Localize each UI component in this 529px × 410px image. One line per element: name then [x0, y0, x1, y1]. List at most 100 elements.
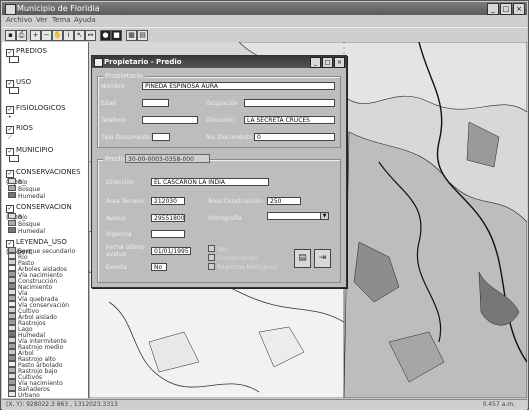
- avaluo-field[interactable]: 29551800: [151, 214, 185, 222]
- status-bar: (X, Y): 928022.3 863 , 1312023.3313 0.45…: [2, 399, 527, 410]
- registros-biologicos-checkbox[interactable]: Registros Biológicos: [208, 263, 277, 271]
- save-icon: ▤: [298, 253, 307, 263]
- menu-tema[interactable]: Tema: [52, 16, 71, 24]
- predio-code-field[interactable]: 30-00-0003-0358-000: [125, 154, 210, 163]
- table-icon[interactable]: ▦: [126, 30, 137, 41]
- dialog-minimize-button[interactable]: _: [310, 57, 321, 68]
- conservacion-checkbox[interactable]: Conservación: [208, 254, 258, 262]
- dialog-maximize-button[interactable]: □: [322, 57, 333, 68]
- fecha-avaluo-field[interactable]: 01/01/1995: [151, 247, 191, 255]
- exenta-field[interactable]: No: [151, 263, 167, 271]
- select-icon[interactable]: ↖: [74, 30, 85, 41]
- checkbox-box[interactable]: [208, 263, 215, 270]
- zoom-out-icon[interactable]: −: [41, 30, 52, 41]
- app-window: Municipio de Floridia _ □ × Archivo Ver …: [0, 0, 529, 410]
- predio-direccion-field[interactable]: EL CASCARON LA INDIA: [151, 178, 269, 186]
- checkbox-box[interactable]: [208, 245, 215, 252]
- menu-archivo[interactable]: Archivo: [6, 16, 32, 24]
- direccion-field[interactable]: LA SECRETA CRUCES: [244, 116, 335, 124]
- telefono-label: Telefono: [101, 117, 126, 124]
- minimize-button[interactable]: _: [487, 3, 499, 15]
- avaluo-label: Avaluo: [106, 215, 127, 222]
- layers-icon[interactable]: ■: [111, 30, 122, 41]
- legend-swatch: [8, 213, 16, 219]
- line-symbol: ⟋: [8, 134, 13, 141]
- layer-symbol: [9, 56, 19, 63]
- save-icon[interactable]: ▪: [5, 30, 16, 41]
- legend-swatch: [8, 227, 16, 233]
- dialog-close-button[interactable]: ×: [334, 57, 345, 68]
- info-icon[interactable]: ●: [100, 30, 111, 41]
- dialog-title: Propietario - Predio: [104, 58, 182, 66]
- no-documento-label: No. Documento: [206, 134, 253, 141]
- app-icon: [5, 4, 16, 15]
- ocupacion-field[interactable]: [244, 99, 335, 107]
- layer-symbol: [9, 155, 19, 162]
- vigencia-label: Vigencia: [106, 231, 132, 238]
- hidrografia-select[interactable]: ▼: [267, 212, 329, 220]
- tipo-documento-field[interactable]: [152, 133, 170, 141]
- area-construccion-label: Área Construcción: [208, 198, 263, 205]
- point-symbol: •: [8, 114, 12, 121]
- close-button[interactable]: ×: [513, 3, 525, 15]
- legend-item: Urbano: [8, 391, 40, 398]
- legend-swatch: [8, 220, 16, 226]
- chart-icon[interactable]: ▤: [137, 30, 148, 41]
- app-title: Municipio de Floridia: [17, 4, 100, 13]
- menu-ayuda[interactable]: Ayuda: [74, 16, 96, 24]
- layer-checkbox[interactable]: ✓: [6, 126, 14, 134]
- layer-checkbox[interactable]: ✓: [6, 170, 14, 178]
- coordinates-readout: (X, Y): 928022.3 863 , 1312023.3313: [6, 401, 118, 408]
- legend-swatch: [8, 391, 16, 397]
- area-construccion-field[interactable]: 250: [267, 197, 301, 205]
- layer-rios[interactable]: ✓ RIOS: [6, 124, 33, 134]
- legend-item: Humedal: [8, 192, 45, 200]
- print-icon[interactable]: ⎙: [16, 30, 27, 41]
- ocupacion-label: Ocupación: [206, 100, 238, 107]
- exit-button[interactable]: ⇥: [314, 249, 331, 268]
- layer-fisiologicos[interactable]: ✓ FISIOLOGICOS: [6, 104, 66, 114]
- uso-checkbox[interactable]: Uso: [208, 245, 228, 253]
- legend-item: Humedal: [8, 227, 45, 235]
- legend-swatch: [8, 192, 16, 198]
- dialog-title-bar: Propietario - Predio _ □ ×: [92, 56, 346, 68]
- propietario-legend: Propietario: [103, 72, 145, 80]
- measure-icon[interactable]: ↔: [85, 30, 96, 41]
- pan-icon[interactable]: ✋: [52, 30, 63, 41]
- fecha-avaluo-label: Fecha último avaluo: [106, 244, 145, 258]
- layer-symbol: [9, 87, 19, 94]
- chevron-down-icon[interactable]: ▼: [320, 213, 328, 219]
- predio-direccion-label: Dirección: [106, 179, 135, 186]
- toolbar: ▪ ⎙ + − ✋ i ↖ ↔ ● ■ ▦ ▤: [2, 27, 527, 43]
- maximize-button[interactable]: □: [500, 3, 512, 15]
- no-documento-field[interactable]: 0: [254, 133, 335, 141]
- save-record-button[interactable]: ▤: [294, 249, 311, 268]
- exenta-label: Exenta: [106, 264, 127, 271]
- edad-label: Edad: [101, 100, 117, 107]
- area-terreno-label: Área Terreno: [106, 198, 144, 205]
- menu-bar: Archivo Ver Tema Ayuda: [2, 15, 527, 26]
- menu-ver[interactable]: Ver: [36, 16, 47, 24]
- layer-checkbox[interactable]: ✓: [6, 205, 14, 213]
- telefono-field[interactable]: [142, 116, 198, 124]
- legend-swatch: [8, 178, 16, 184]
- zoom-in-icon[interactable]: +: [30, 30, 41, 41]
- nombre-label: Nombre: [101, 83, 125, 90]
- exit-icon: ⇥: [318, 253, 327, 263]
- direccion-label: Dirección: [206, 117, 235, 124]
- tipo-documento-label: Tipo Documento: [101, 134, 151, 141]
- area-terreno-field[interactable]: 212030: [151, 197, 185, 205]
- edad-field[interactable]: [142, 99, 169, 107]
- clock-readout: 0.457 a.m.: [482, 401, 515, 408]
- identify-icon[interactable]: i: [63, 30, 74, 41]
- legend-panel: ✓ PREDIOS ✓ USO ✓ FISIOLOGICOS • ✓ RIOS ⟋ ✓ M…: [2, 42, 89, 398]
- dialog-icon: [94, 58, 103, 67]
- legend-swatch: [8, 185, 16, 191]
- propietario-predio-dialog: Propietario - Predio _ □ × Propietario N…: [91, 55, 347, 288]
- title-bar: Municipio de Floridia _ □ ×: [2, 2, 527, 15]
- propietario-group: Propietario Nombre PINEDA ESPINOSA AURA …: [97, 72, 341, 148]
- checkbox-box[interactable]: [208, 254, 215, 261]
- layer-checkbox[interactable]: ✓: [6, 106, 14, 114]
- vigencia-field[interactable]: [151, 230, 185, 238]
- nombre-field[interactable]: PINEDA ESPINOSA AURA: [142, 82, 335, 90]
